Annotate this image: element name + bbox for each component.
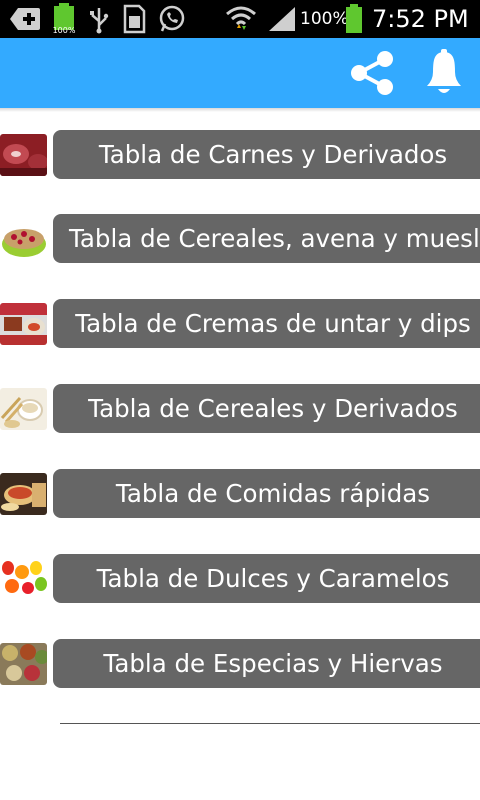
list-item[interactable]: Tabla de Dulces y Caramelos bbox=[0, 554, 480, 604]
list-item[interactable]: Tabla de Comidas rápidas bbox=[0, 469, 480, 519]
app-bar bbox=[0, 38, 480, 108]
list-item[interactable]: Tabla de Cremas de untar y dips bbox=[0, 299, 480, 349]
wifi-icon bbox=[224, 0, 258, 38]
category-label: Tabla de Dulces y Caramelos bbox=[96, 564, 450, 593]
category-button[interactable]: Tabla de Cremas de untar y dips bbox=[53, 299, 480, 348]
category-button[interactable]: Tabla de Dulces y Caramelos bbox=[53, 554, 480, 603]
app-bar-shadow bbox=[0, 108, 480, 112]
sim-card-icon bbox=[120, 0, 148, 38]
cereal-bowl-thumbnail-icon bbox=[0, 218, 47, 260]
add-notification-icon bbox=[8, 0, 42, 38]
whatsapp-icon bbox=[156, 0, 188, 38]
category-label: Tabla de Comidas rápidas bbox=[115, 479, 431, 508]
category-button[interactable]: Tabla de Cereales y Derivados bbox=[53, 384, 480, 433]
battery-charging-icon bbox=[344, 0, 364, 38]
battery-percent: 100% bbox=[300, 9, 349, 29]
category-button[interactable]: Tabla de Comidas rápidas bbox=[53, 469, 480, 518]
status-bar: 100% 100% 7:52 PM bbox=[0, 0, 480, 38]
spread-dip-thumbnail-icon bbox=[0, 303, 47, 345]
signal-icon bbox=[266, 0, 298, 38]
category-label: Tabla de Cremas de untar y dips bbox=[75, 309, 471, 338]
category-label: Tabla de Especias y Hiervas bbox=[103, 649, 443, 678]
battery-small-label: 100% bbox=[52, 26, 76, 35]
list-item[interactable]: Tabla de Cereales y Derivados bbox=[0, 384, 480, 434]
candy-thumbnail-icon bbox=[0, 558, 47, 600]
category-label: Tabla de Cereales y Derivados bbox=[88, 394, 458, 423]
list-item[interactable]: Tabla de Carnes y Derivados bbox=[0, 130, 480, 180]
bell-icon[interactable] bbox=[418, 48, 470, 98]
share-icon[interactable] bbox=[344, 48, 400, 98]
spices-thumbnail-icon bbox=[0, 643, 47, 685]
battery-full-icon: 100% bbox=[50, 0, 78, 38]
clock: 7:52 PM bbox=[372, 5, 469, 33]
list-item[interactable]: Tabla de Cereales, avena y muesli bbox=[0, 214, 480, 264]
fast-food-thumbnail-icon bbox=[0, 473, 47, 515]
divider bbox=[60, 723, 480, 724]
category-label: Tabla de Carnes y Derivados bbox=[98, 140, 448, 169]
grains-thumbnail-icon bbox=[0, 388, 47, 430]
list-item[interactable]: Tabla de Especias y Hiervas bbox=[0, 639, 480, 689]
category-button[interactable]: Tabla de Cereales, avena y muesli bbox=[53, 214, 480, 263]
category-label: Tabla de Cereales, avena y muesli bbox=[69, 224, 480, 253]
category-button[interactable]: Tabla de Especias y Hiervas bbox=[53, 639, 480, 688]
usb-icon bbox=[86, 0, 112, 38]
category-button[interactable]: Tabla de Carnes y Derivados bbox=[53, 130, 480, 179]
meat-thumbnail-icon bbox=[0, 134, 47, 176]
